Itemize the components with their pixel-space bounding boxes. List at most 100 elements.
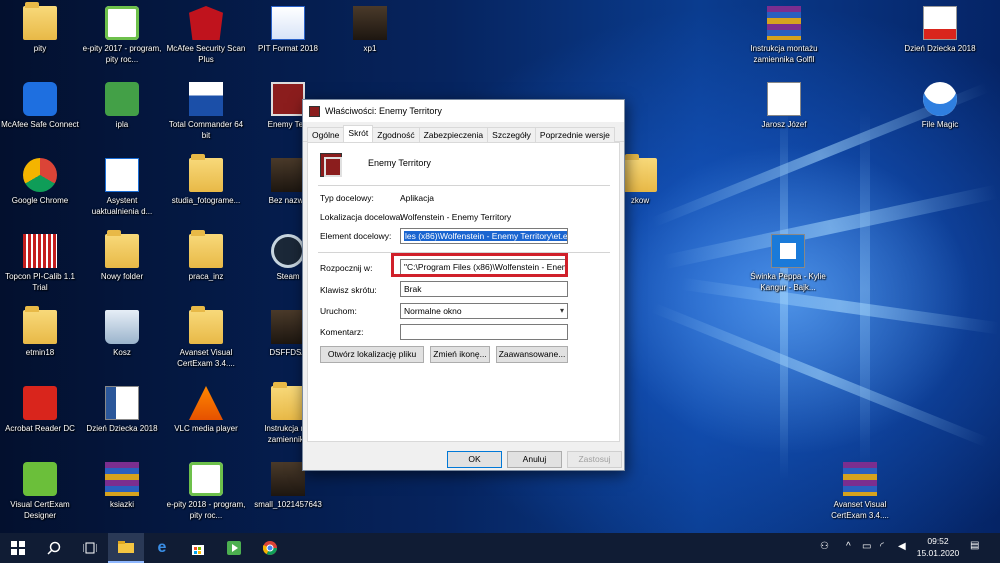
desktop-icon[interactable]: Total Commander 64 bit <box>166 82 246 141</box>
desktop-icon-label: ipla <box>115 120 129 129</box>
tab-previous-versions[interactable]: Poprzednie wersje <box>534 127 615 142</box>
desktop-icon[interactable]: ksiazki <box>82 462 162 510</box>
desktop-icon[interactable]: Topcon PI-Calib 1.1 Trial <box>0 234 80 293</box>
target-location-label: Lokalizacja docelowa: <box>320 212 403 222</box>
file-magic-icon <box>923 82 957 116</box>
advanced-button[interactable]: Zaawansowane... <box>496 346 568 363</box>
target-field[interactable]: les (x86)\Wolfenstein - Enemy Territory\… <box>400 228 568 244</box>
people-icon[interactable]: ⚇ <box>820 541 829 552</box>
ok-button[interactable]: OK <box>447 451 502 468</box>
desktop-icon[interactable]: Jarosz Józef <box>744 82 824 130</box>
apply-button[interactable]: Zastosuj <box>567 451 622 468</box>
folder-icon <box>23 306 57 344</box>
notifications-icon[interactable]: ▤ <box>970 540 979 551</box>
desktop-icon[interactable]: Avanset Visual CertExam 3.4.... <box>166 306 246 369</box>
ipla-icon <box>227 541 241 555</box>
cancel-button[interactable]: Anuluj <box>507 451 562 468</box>
desktop-icon-label: VLC media player <box>174 424 238 433</box>
folder-icon <box>105 230 139 268</box>
start-button[interactable] <box>0 533 36 563</box>
desktop-icon-label: small_1021457643 <box>254 500 322 509</box>
winrar-icon <box>767 6 801 40</box>
clock[interactable]: 09:52 15.01.2020 <box>914 535 962 559</box>
desktop-icon-label: Avanset Visual CertExam 3.4.... <box>831 500 889 520</box>
desktop-icon[interactable]: Świnka Peppa - Kylie Kangur - Bajk... <box>748 234 828 293</box>
desktop-icon[interactable]: etmin18 <box>0 306 80 358</box>
desktop-icon[interactable]: studia_fotograme... <box>166 154 246 206</box>
open-file-location-button[interactable]: Otwórz lokalizację pliku <box>320 346 424 363</box>
image-icon <box>271 462 305 496</box>
desktop-icon[interactable]: Kosz <box>82 310 162 358</box>
desktop-icon[interactable]: e-pity 2017 - program, pity roc... <box>82 6 162 65</box>
desktop-icon-label: Dzień Dziecka 2018 <box>904 44 976 53</box>
desktop-icon-label: Avanset Visual CertExam 3.4.... <box>177 348 235 368</box>
network-icon[interactable]: ▭ <box>862 541 871 552</box>
chevron-up-icon[interactable]: ^ <box>846 541 851 552</box>
desktop-icon[interactable]: Google Chrome <box>0 158 80 206</box>
clock-time: 09:52 <box>927 536 949 546</box>
desktop-icon[interactable]: Nowy folder <box>82 230 162 282</box>
target-type-value: Aplikacja <box>400 193 435 203</box>
taskbar-edge[interactable]: e <box>144 533 180 563</box>
task-view-button[interactable] <box>72 533 108 563</box>
tab-details[interactable]: Szczegóły <box>487 127 536 142</box>
desktop-icon[interactable]: praca_inz <box>166 230 246 282</box>
folder-icon <box>189 154 223 192</box>
taskbar-chrome[interactable] <box>252 533 288 563</box>
mcafee-safe-connect-icon <box>23 82 57 116</box>
taskbar-store[interactable] <box>180 533 216 563</box>
desktop-icon[interactable]: VLC media player <box>166 386 246 434</box>
enemy-territory-icon <box>309 105 320 117</box>
desktop-icon[interactable]: Asystent uaktualnienia d... <box>82 158 162 217</box>
desktop-icon-label: PIT Format 2018 <box>258 44 318 53</box>
desktop-icon[interactable]: ipla <box>82 82 162 130</box>
comment-field[interactable] <box>400 324 568 340</box>
tab-general[interactable]: Ogólne <box>307 127 345 142</box>
desktop-icon[interactable]: PIT Format 2018 <box>248 6 328 54</box>
desktop-icon[interactable]: Acrobat Reader DC <box>0 386 80 434</box>
tab-compatibility[interactable]: Zgodność <box>372 127 420 142</box>
desktop-icon[interactable]: McAfee Safe Connect <box>0 82 80 130</box>
e-pity-icon <box>189 462 223 496</box>
search-icon <box>47 541 61 555</box>
run-value: Normalne okno <box>404 306 462 316</box>
wifi-icon[interactable]: ◜ <box>880 541 884 552</box>
desktop-icon[interactable]: Visual CertExam Designer <box>0 462 80 521</box>
desktop-icon-label: Total Commander 64 bit <box>168 120 244 140</box>
tab-shortcut[interactable]: Skrót <box>343 125 374 142</box>
mcafee-icon <box>189 6 223 40</box>
desktop-icon[interactable]: xp1 <box>330 6 410 54</box>
e-pity-icon <box>105 6 139 40</box>
search-button[interactable] <box>36 533 72 563</box>
desktop-icon[interactable]: Dzień Dziecka 2018 <box>82 386 162 434</box>
tab-security[interactable]: Zabezpieczenia <box>418 127 489 142</box>
edge-icon: e <box>157 539 167 556</box>
taskbar-ipla[interactable] <box>216 533 252 563</box>
desktop-icon-label: Acrobat Reader DC <box>5 424 75 433</box>
desktop-icon[interactable]: Dzień Dziecka 2018 <box>900 6 980 54</box>
change-icon-button[interactable]: Zmień ikonę... <box>430 346 490 363</box>
shortcut-panel: Enemy Territory Typ docelowy: Aplikacja … <box>307 142 620 442</box>
winrar-icon <box>843 462 877 496</box>
desktop-icon[interactable]: File Magic <box>900 82 980 130</box>
desktop-icon[interactable]: McAfee Security Scan Plus <box>166 6 246 65</box>
desktop-icon[interactable]: pity <box>0 2 80 54</box>
desktop-icon-label: xp1 <box>363 44 377 53</box>
desktop-icon[interactable]: Instrukcja montażu zamiennika Golfll <box>744 6 824 65</box>
winrar-icon <box>105 462 139 496</box>
shortcut-key-field[interactable]: Brak <box>400 281 568 297</box>
properties-dialog: Właściwości: Enemy Territory Ogólne Skró… <box>302 99 625 471</box>
start-in-label: Rozpocznij w: <box>320 263 373 273</box>
desktop-icon[interactable]: e-pity 2018 - program, pity roc... <box>166 462 246 521</box>
shortcut-key-label: Klawisz skrótu: <box>320 285 377 295</box>
run-select[interactable]: Normalne okno ▾ <box>400 303 568 319</box>
windows-icon <box>11 541 25 555</box>
volume-icon[interactable]: ◀ <box>898 541 906 552</box>
target-value: les (x86)\Wolfenstein - Enemy Territory\… <box>404 231 567 241</box>
desktop-icon-label: Nowy folder <box>100 272 144 281</box>
desktop-icon-label: McAfee Safe Connect <box>1 120 79 129</box>
desktop-icon[interactable]: Avanset Visual CertExam 3.4.... <box>820 462 900 521</box>
dialog-titlebar[interactable]: Właściwości: Enemy Territory <box>303 100 624 122</box>
desktop-icon-label: Topcon PI-Calib 1.1 Trial <box>5 272 75 292</box>
taskbar-file-explorer[interactable] <box>108 533 144 563</box>
